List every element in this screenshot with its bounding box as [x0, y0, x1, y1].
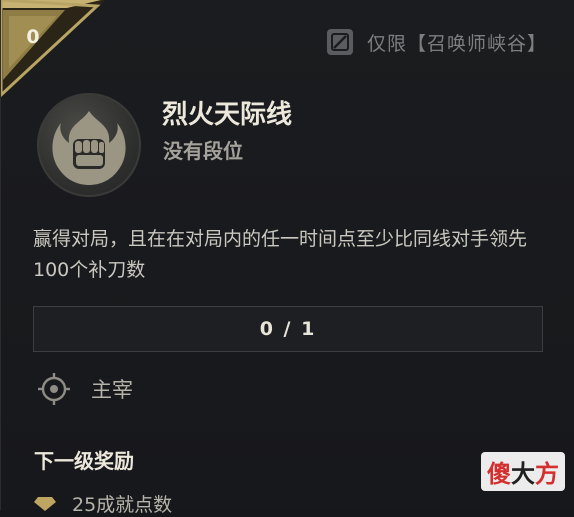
target-icon: [38, 373, 70, 405]
challenge-description: 赢得对局，且在在对局内的任一时间点至少比同线对手领先100个补刀数: [33, 228, 528, 281]
queue-label: 仅限【召唤师峡谷】: [366, 32, 547, 55]
reward-item-label: 25成就点数: [72, 494, 173, 516]
queue-restriction: 仅限【召唤师峡谷】: [326, 28, 547, 56]
role-label: 主宰: [91, 378, 133, 402]
reward-item: 25成就点数: [34, 490, 172, 517]
role-row: 主宰: [37, 372, 133, 406]
challenge-title: 烈火天际线: [162, 100, 293, 130]
watermark-logo: 傻 大 方: [481, 452, 565, 491]
watermark-char: 傻: [487, 459, 511, 488]
level-number: 0: [26, 26, 40, 48]
challenge-emblem: [37, 93, 141, 197]
reward-heading: 下一级奖励: [34, 449, 134, 473]
level-corner-badge: [1, 0, 105, 98]
watermark-char: 方: [535, 459, 559, 488]
gem-icon: [34, 496, 56, 511]
no-entry-icon: [326, 29, 353, 55]
progress-bar: 0 / 1: [33, 306, 543, 352]
fist-flame-icon: [52, 111, 126, 185]
challenge-card: 0 仅限【召唤师峡谷】 烈火天际线 没有段位 赢得对局，且在在对局内的任一时间点…: [0, 0, 574, 516]
progress-text: 0 / 1: [259, 318, 317, 340]
challenge-rank: 没有段位: [163, 139, 243, 163]
watermark-char: 大: [511, 459, 535, 488]
